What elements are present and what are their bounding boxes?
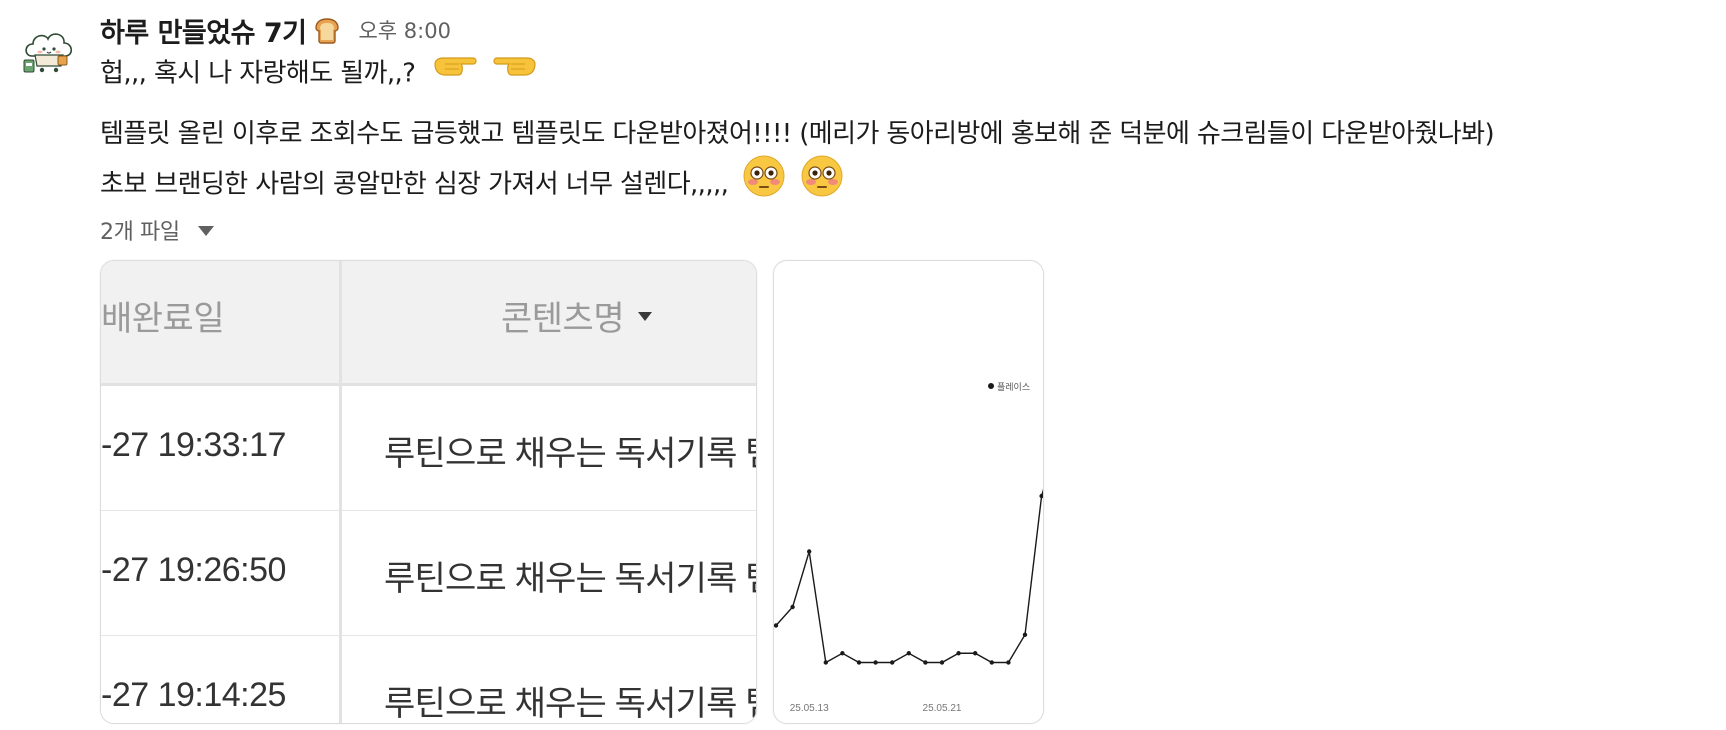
caret-down-icon (197, 226, 214, 236)
data-point (939, 660, 945, 665)
x-tick-label: 25.05.21 (923, 703, 962, 714)
data-point (807, 549, 812, 554)
cloud-bread-mascot-icon (18, 22, 80, 84)
message-line-1: 헙,,, 혹시 나 자랑해도 될까,,? (100, 53, 537, 95)
data-point (923, 660, 928, 665)
data-point (973, 651, 978, 656)
column-header-content: 콘텐츠명 (501, 291, 653, 340)
message-text-2: 템플릿 올린 이후로 조회수도 급등했고 템플릿도 다운받아졌어!!!! (메리… (100, 119, 1495, 149)
message-line-2: 템플릿 올린 이후로 조회수도 급등했고 템플릿도 다운받아졌어!!!! (메리… (100, 114, 1495, 154)
legend-label: 플레이스 (997, 382, 1030, 393)
message-header: 하루 만들었슈 7기 오후 8:00 (100, 8, 451, 52)
row-date: -27 19:26:50 (101, 551, 286, 589)
column-divider (339, 261, 342, 723)
data-point (840, 651, 845, 656)
row-date: -27 19:33:17 (101, 426, 286, 464)
row-date: -27 19:14:25 (101, 676, 286, 714)
table-row: -27 19:33:17 루틴으로 채우는 독서기록 템 (101, 386, 756, 513)
message-text-1: 헙,,, 혹시 나 자랑해도 될까,,? (100, 58, 416, 89)
data-point (956, 651, 961, 656)
line-chart: 25.05.13 25.05.21 플레이스 (774, 382, 1043, 714)
data-point (790, 604, 795, 610)
column-header-content-label: 콘텐츠명 (501, 300, 625, 338)
data-point (774, 623, 779, 628)
author-name[interactable]: 하루 만들었슈 7기 (100, 11, 307, 50)
data-point (873, 660, 878, 665)
data-point (1039, 493, 1043, 499)
x-tick-label: 25.05.13 (790, 703, 829, 714)
table-header: 배완료일 콘텐츠명 (101, 261, 756, 386)
flushed-face-icon (800, 154, 844, 210)
sort-caret-icon (638, 312, 653, 321)
bread-icon (312, 15, 342, 45)
data-point (989, 660, 994, 665)
table-row: -27 19:26:50 루틴으로 채우는 독서기록 템 (101, 511, 756, 638)
files-toggle[interactable]: 2개 파일 (100, 212, 214, 248)
message-text-3: 초보 브랜딩한 사람의 콩알만한 심장 가져서 너무 설렌다,,,,, (100, 169, 729, 200)
data-point (1022, 632, 1028, 637)
table-screenshot: 배완료일 콘텐츠명 -27 19:33:17 루틴으로 채우는 독서기록 템 -… (101, 261, 756, 723)
column-header-date: 배완료일 (101, 300, 225, 338)
backhand-index-pointing-right-icon (433, 50, 479, 92)
legend-marker (988, 383, 994, 389)
row-title: 루틴으로 채우는 독서기록 템 (384, 560, 757, 598)
timestamp[interactable]: 오후 8:00 (358, 15, 450, 45)
message-line-3: 초보 브랜딩한 사람의 콩알만한 심장 가져서 너무 설렌다,,,,, (100, 154, 844, 213)
data-point (823, 660, 828, 665)
row-title: 루틴으로 채우는 독서기록 템 (384, 435, 757, 473)
row-title: 루틴으로 채우는 독서기록 템 (384, 685, 757, 723)
file-attachment-1[interactable]: 배완료일 콘텐츠명 -27 19:33:17 루틴으로 채우는 독서기록 템 -… (100, 260, 757, 724)
data-point (1006, 660, 1011, 665)
file-attachment-2[interactable]: 25.05.13 25.05.21 플레이스 (773, 260, 1044, 724)
data-point (890, 660, 895, 665)
backhand-index-pointing-left-icon (491, 50, 537, 92)
data-point (906, 651, 911, 656)
flushed-face-icon (742, 154, 786, 210)
files-count-label: 2개 파일 (100, 220, 180, 245)
series-line (775, 488, 1043, 664)
avatar[interactable] (18, 22, 80, 84)
table-row: -27 19:14:25 루틴으로 채우는 독서기록 템 (101, 636, 757, 723)
data-point (856, 660, 862, 665)
